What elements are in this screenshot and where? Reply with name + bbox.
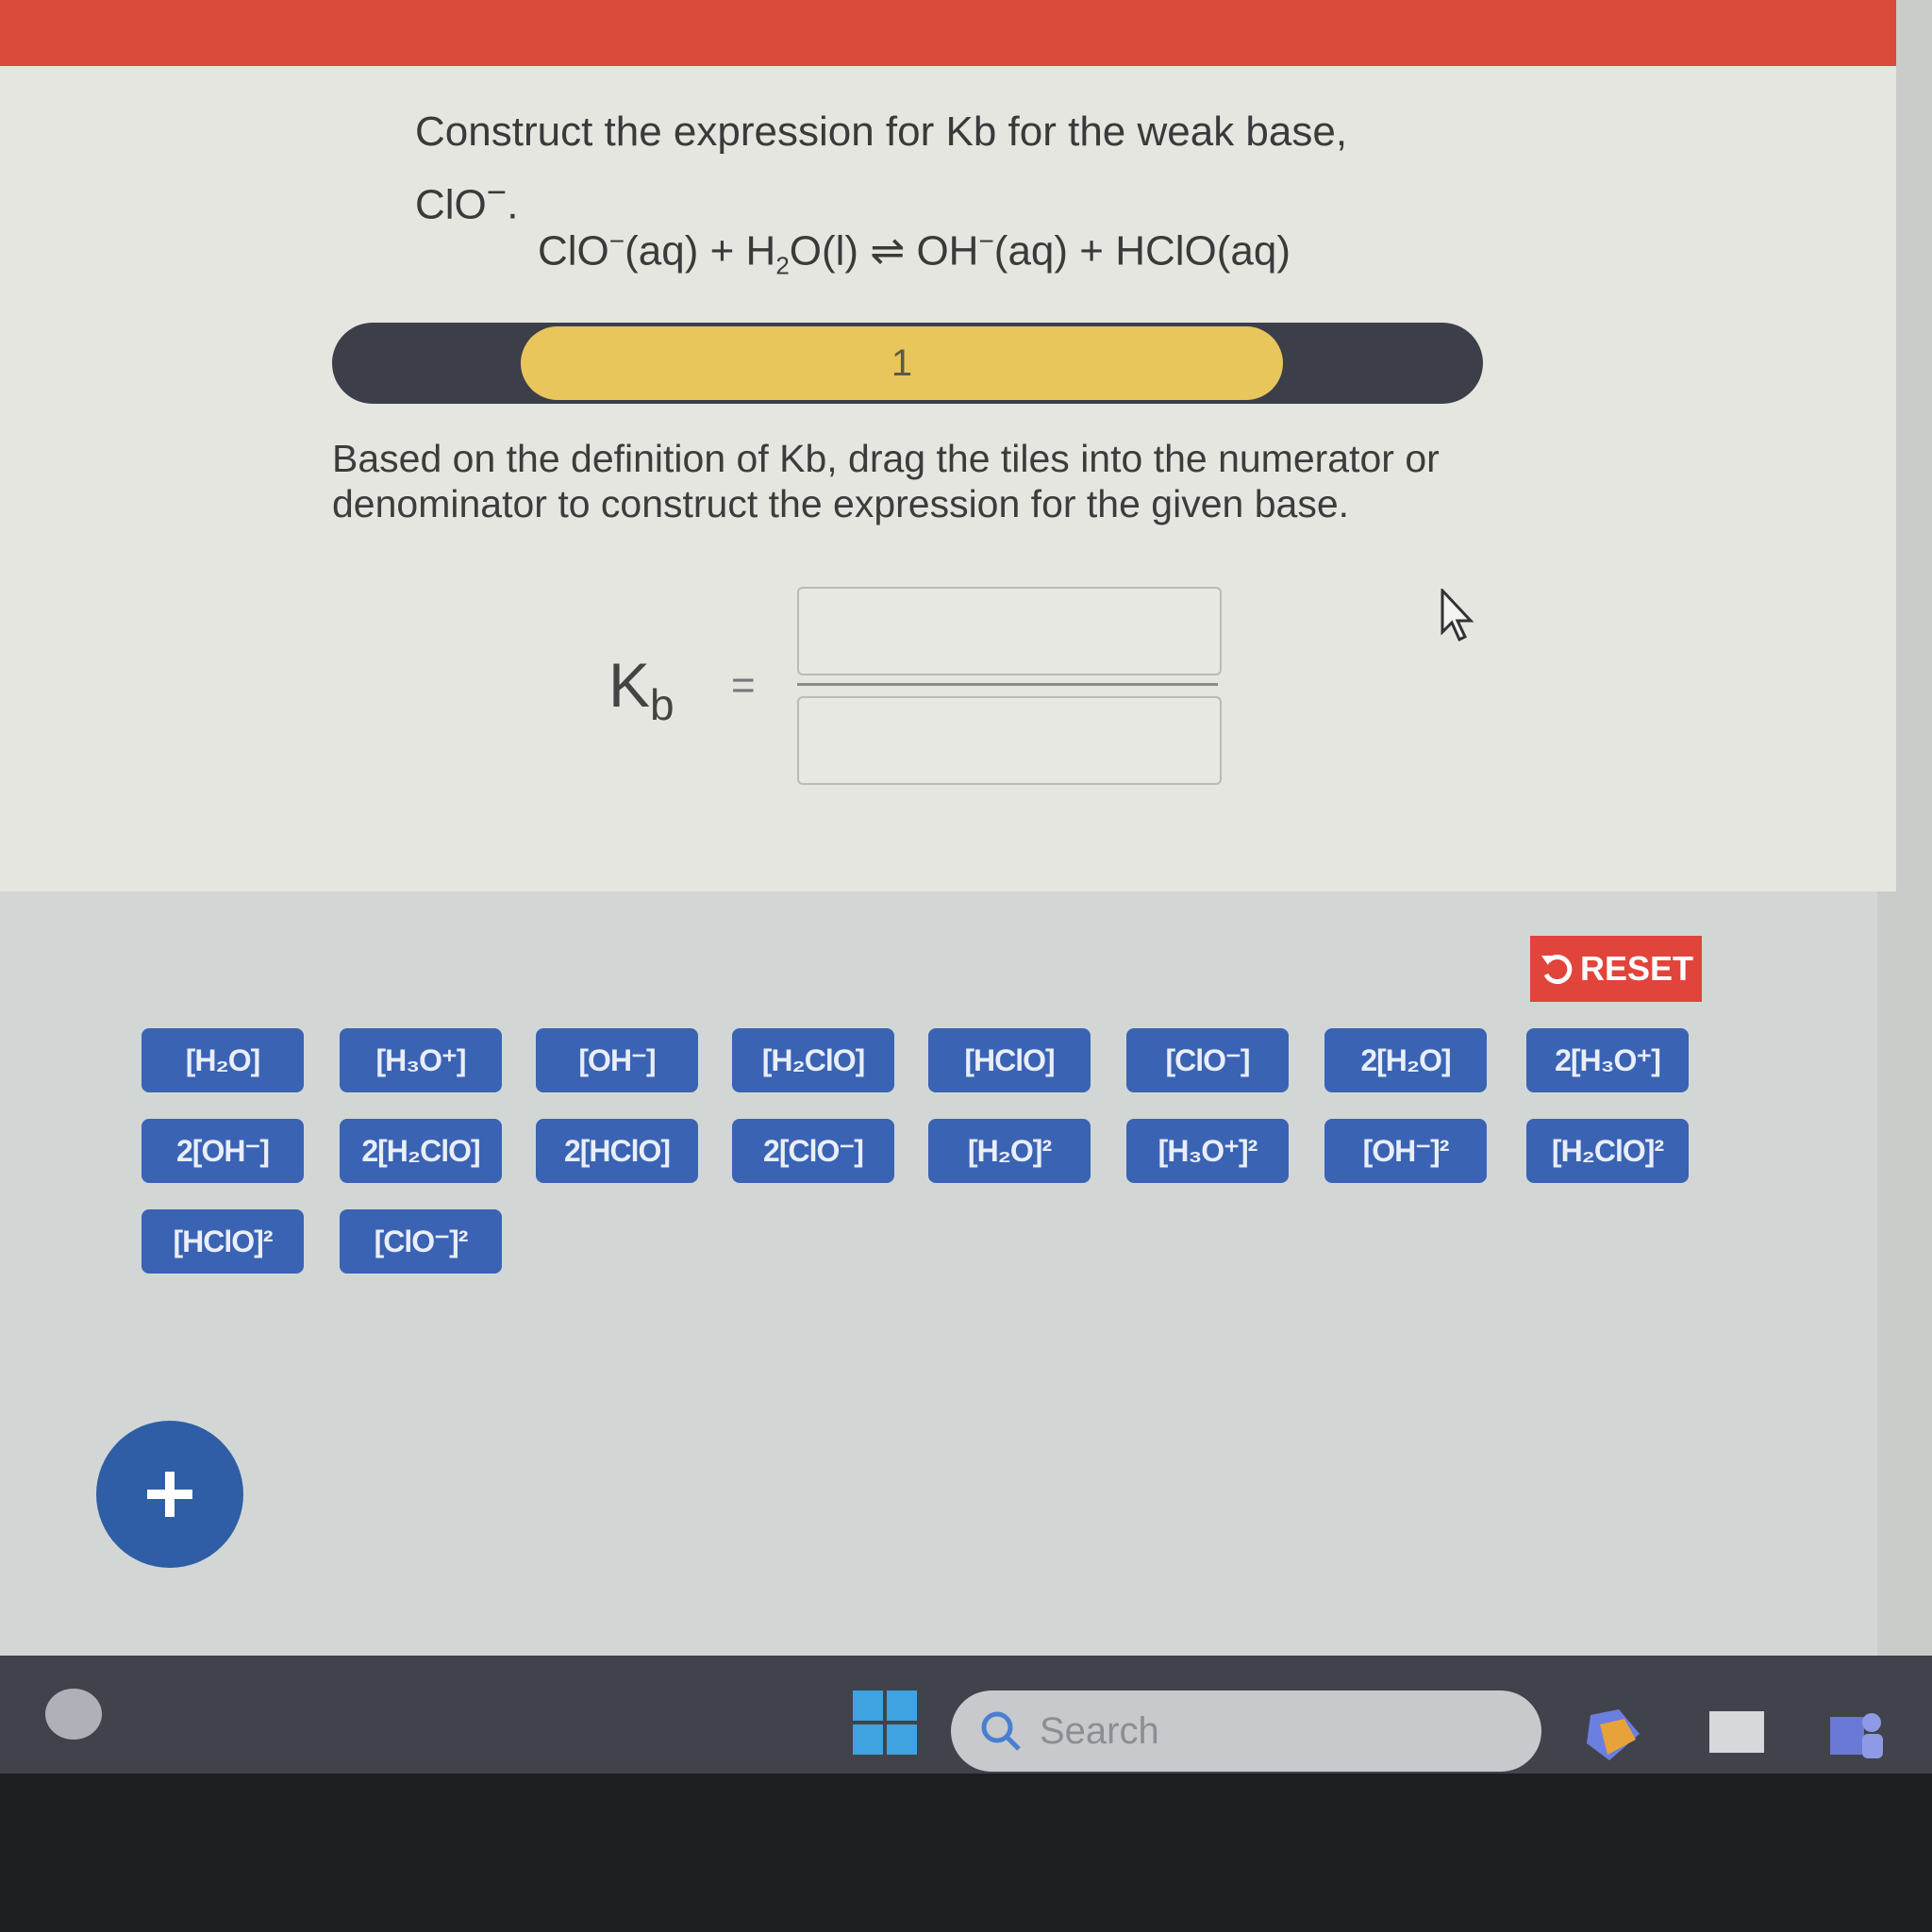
search-icon <box>981 1711 1021 1751</box>
product-1: OH <box>916 227 979 275</box>
fraction-bar <box>797 683 1218 686</box>
tile[interactable]: 2[OH⁻] <box>142 1119 304 1183</box>
progress-step-label: 1 <box>891 341 913 384</box>
prompt-text: Construct the expression for Kb for the … <box>415 108 1348 155</box>
tile[interactable]: [H₃O⁺]² <box>1126 1119 1289 1183</box>
tile[interactable]: 2[H₃O⁺] <box>1526 1028 1689 1092</box>
taskbar-search[interactable]: Search <box>951 1690 1541 1772</box>
kb-symbol: K <box>608 650 651 720</box>
tile[interactable]: 2[H₂O] <box>1324 1028 1487 1092</box>
kb-subscript: b <box>650 680 675 730</box>
add-button[interactable] <box>96 1421 243 1568</box>
top-header-bar <box>0 0 1896 66</box>
window-app-icon[interactable] <box>1704 1706 1770 1764</box>
cursor-icon <box>1441 589 1474 642</box>
tile[interactable]: [H₃O⁺] <box>340 1028 502 1092</box>
prompt-period: . <box>507 181 519 228</box>
product-state: (aq) + HClO(aq) <box>993 227 1291 275</box>
tile-tray <box>0 891 1877 1656</box>
progress-step[interactable]: 1 <box>521 326 1283 400</box>
instructions: Based on the definition of Kb, drag the … <box>332 437 1440 525</box>
reset-button[interactable]: RESET <box>1530 936 1702 1002</box>
tile[interactable]: [ClO⁻] <box>1126 1028 1289 1092</box>
plus-icon <box>147 1472 192 1517</box>
reaction-equation: ClO−(aq) + H2O(l) ⇌ OH−(aq) + HClO(aq) <box>538 226 1387 280</box>
reset-label: RESET <box>1579 949 1694 988</box>
tile[interactable]: [H₂ClO] <box>732 1028 894 1092</box>
reset-icon <box>1541 955 1573 985</box>
kb-label: Kb <box>608 649 675 730</box>
tile[interactable]: [OH⁻]² <box>1324 1119 1487 1183</box>
question-prompt: Construct the expression for Kb for the … <box>415 102 1358 236</box>
teams-icon[interactable] <box>1823 1706 1889 1764</box>
numerator-drop-zone[interactable] <box>797 587 1222 675</box>
equilibrium-arrow: ⇌ <box>870 227 906 275</box>
water-subscript: 2 <box>775 251 790 280</box>
copilot-icon[interactable] <box>1581 1706 1645 1764</box>
tile[interactable]: [H₂ClO]² <box>1526 1119 1689 1183</box>
denominator-drop-zone[interactable] <box>797 696 1222 785</box>
tile[interactable]: [H₂O]² <box>928 1119 1091 1183</box>
tile[interactable]: 2[H₂ClO] <box>340 1119 502 1183</box>
tile[interactable]: [HClO]² <box>142 1209 304 1274</box>
tile[interactable]: [OH⁻] <box>536 1028 698 1092</box>
equals-sign: = <box>731 662 756 708</box>
tile[interactable]: [HClO] <box>928 1028 1091 1092</box>
product-1-charge: − <box>978 226 994 256</box>
reactant-1: ClO <box>538 227 609 275</box>
reactant-1-state: (aq) + H <box>625 227 776 275</box>
screen: Construct the expression for Kb for the … <box>0 0 1932 1774</box>
reactant-1-charge: − <box>608 226 625 256</box>
prompt-species-charge: − <box>486 173 508 211</box>
windows-start-icon[interactable] <box>853 1690 917 1755</box>
reactant-2-rest: O(l) <box>789 227 859 275</box>
prompt-species: ClO <box>415 181 487 228</box>
widgets-icon[interactable] <box>45 1689 102 1740</box>
tile[interactable]: [H₂O] <box>142 1028 304 1092</box>
search-placeholder: Search <box>1040 1709 1159 1752</box>
tile[interactable]: 2[ClO⁻] <box>732 1119 894 1183</box>
tile[interactable]: [ClO⁻]² <box>340 1209 502 1274</box>
tile[interactable]: 2[HClO] <box>536 1119 698 1183</box>
